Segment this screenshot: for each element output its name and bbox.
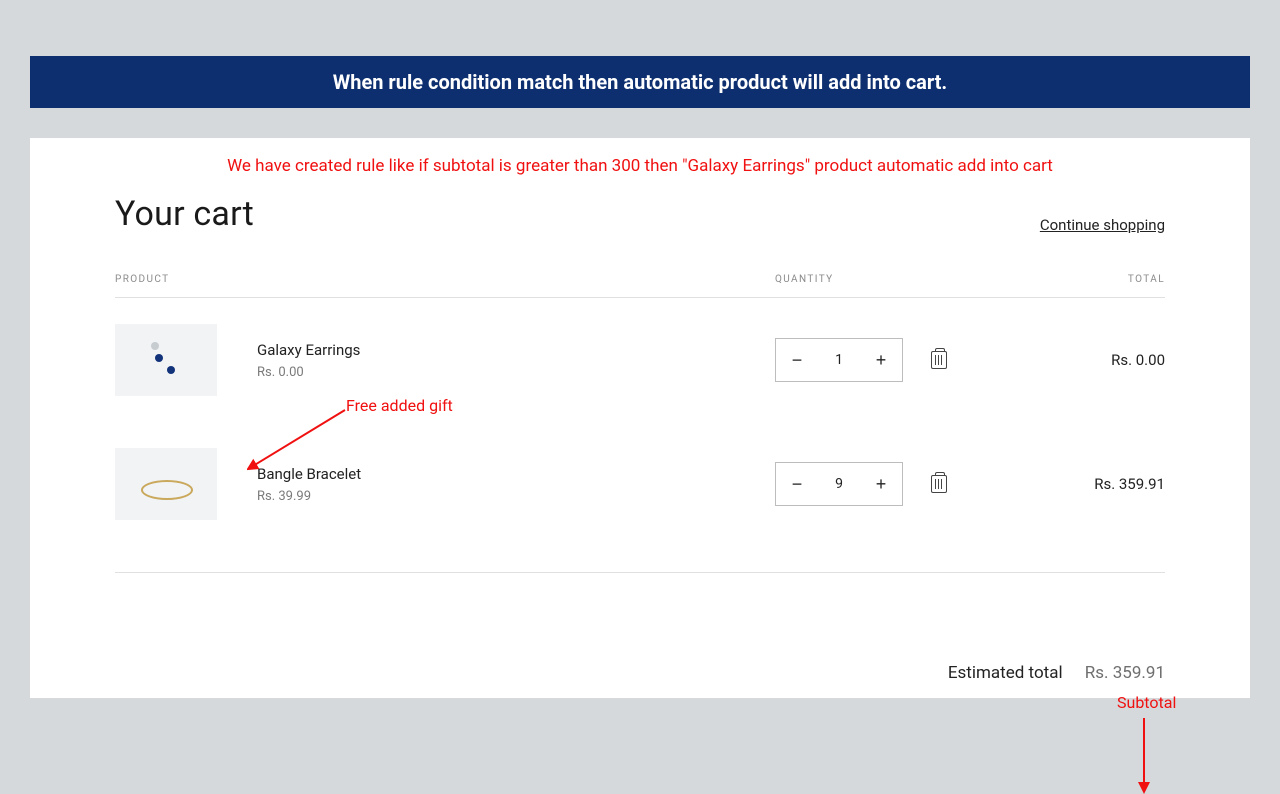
rule-note: We have created rule like if subtotal is…: [115, 156, 1165, 176]
divider: [115, 572, 1165, 573]
qty-increase-button[interactable]: +: [860, 339, 902, 381]
qty-increase-button[interactable]: +: [860, 463, 902, 505]
qty-decrease-button[interactable]: −: [776, 339, 818, 381]
column-quantity: Quantity: [775, 274, 995, 285]
cart-footer: Estimated total Rs. 359.91: [115, 663, 1165, 683]
quantity-stepper: − 9 +: [775, 462, 903, 506]
cart-row: Bangle Bracelet Rs. 39.99 − 9 + Rs. 359.…: [115, 422, 1165, 546]
qty-value[interactable]: 9: [818, 476, 860, 492]
page-title: Your cart: [115, 194, 254, 234]
qty-value[interactable]: 1: [818, 352, 860, 368]
cart-row: Galaxy Earrings Rs. 0.00 − 1 + Rs. 0.00: [115, 298, 1165, 422]
product-thumbnail[interactable]: [115, 448, 217, 520]
column-total: Total: [995, 274, 1165, 285]
trash-icon[interactable]: [931, 475, 947, 493]
cart-card: We have created rule like if subtotal is…: [30, 138, 1250, 698]
quantity-stepper: − 1 +: [775, 338, 903, 382]
line-total: Rs. 0.00: [995, 351, 1165, 369]
product-price: Rs. 0.00: [257, 365, 360, 380]
product-thumbnail[interactable]: [115, 324, 217, 396]
cart-columns-header: Product Quantity Total: [115, 274, 1165, 298]
trash-icon[interactable]: [931, 351, 947, 369]
continue-shopping-link[interactable]: Continue shopping: [1040, 216, 1165, 234]
qty-decrease-button[interactable]: −: [776, 463, 818, 505]
product-name[interactable]: Galaxy Earrings: [257, 341, 360, 359]
product-name[interactable]: Bangle Bracelet: [257, 465, 361, 483]
page-banner: When rule condition match then automatic…: [30, 56, 1250, 108]
arrow-icon: [1134, 716, 1154, 794]
column-product: Product: [115, 274, 775, 285]
line-total: Rs. 359.91: [995, 475, 1165, 493]
estimated-total-label: Estimated total: [948, 663, 1063, 683]
product-price: Rs. 39.99: [257, 489, 361, 504]
annotation-subtotal: Subtotal: [1117, 693, 1176, 712]
estimated-total-value: Rs. 359.91: [1085, 663, 1165, 683]
